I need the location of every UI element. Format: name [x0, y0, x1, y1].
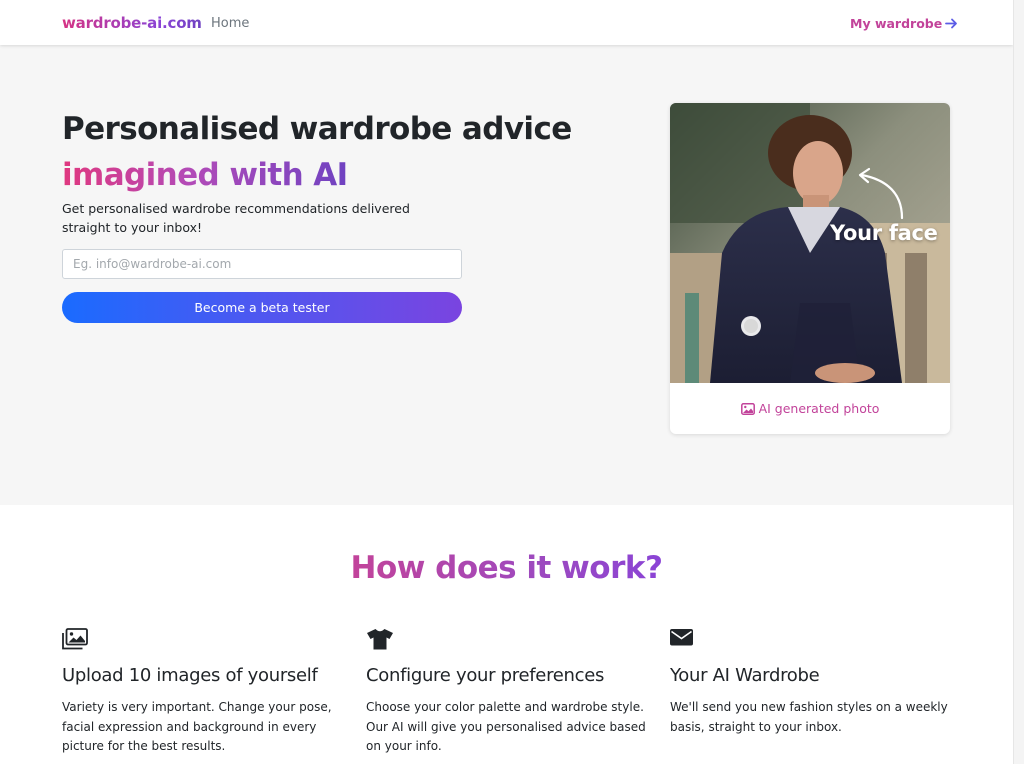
- nav-home-link[interactable]: Home: [211, 16, 249, 31]
- top-navbar: wardrobe-ai.com Home My wardrobe: [0, 0, 1013, 45]
- photo-caption-text: AI generated photo: [758, 401, 880, 416]
- feature-title: Upload 10 images of yourself: [62, 665, 318, 686]
- hero-subtitle: Get personalised wardrobe recommendation…: [62, 201, 410, 235]
- feature-configure: Configure your preferences Choose your c…: [366, 628, 646, 757]
- my-wardrobe-link[interactable]: My wardrobe: [850, 16, 958, 31]
- email-input[interactable]: [62, 249, 462, 279]
- tshirt-icon: [367, 629, 393, 650]
- photo-overlay-label: Your face: [830, 221, 938, 245]
- images-icon: [62, 628, 88, 650]
- ai-photo-card: Your face AI generated photo: [670, 103, 950, 434]
- feature-description: Choose your color palette and wardrobe s…: [366, 700, 646, 753]
- hero-title: Personalised wardrobe advice: [62, 111, 572, 147]
- feature-description: Variety is very important. Change your p…: [62, 700, 332, 753]
- ai-generated-photo: Your face: [670, 103, 950, 383]
- page-scrollbar[interactable]: [1013, 0, 1024, 764]
- hero-section: Personalised wardrobe advice imagined wi…: [0, 45, 1013, 505]
- feature-title: Configure your preferences: [366, 665, 605, 686]
- how-it-works-title-text: How does it work?: [350, 550, 664, 586]
- image-icon: [740, 402, 755, 415]
- brand-logo-link[interactable]: wardrobe-ai.com: [62, 14, 202, 32]
- feature-upload: Upload 10 images of yourself Variety is …: [62, 628, 342, 757]
- become-beta-tester-button[interactable]: Become a beta tester: [62, 292, 462, 323]
- feature-ai-wardrobe: Your AI Wardrobe We'll send you new fash…: [670, 628, 950, 737]
- hero-title-highlight: imagined with AI: [62, 157, 348, 193]
- feature-description: We'll send you new fashion styles on a w…: [670, 700, 948, 734]
- arrow-right-icon: [945, 18, 958, 29]
- envelope-icon: [670, 629, 693, 646]
- feature-title: Your AI Wardrobe: [670, 665, 820, 686]
- my-wardrobe-label: My wardrobe: [850, 16, 943, 31]
- how-it-works-title: How does it work?: [0, 550, 1013, 586]
- photo-caption: AI generated photo: [670, 383, 950, 434]
